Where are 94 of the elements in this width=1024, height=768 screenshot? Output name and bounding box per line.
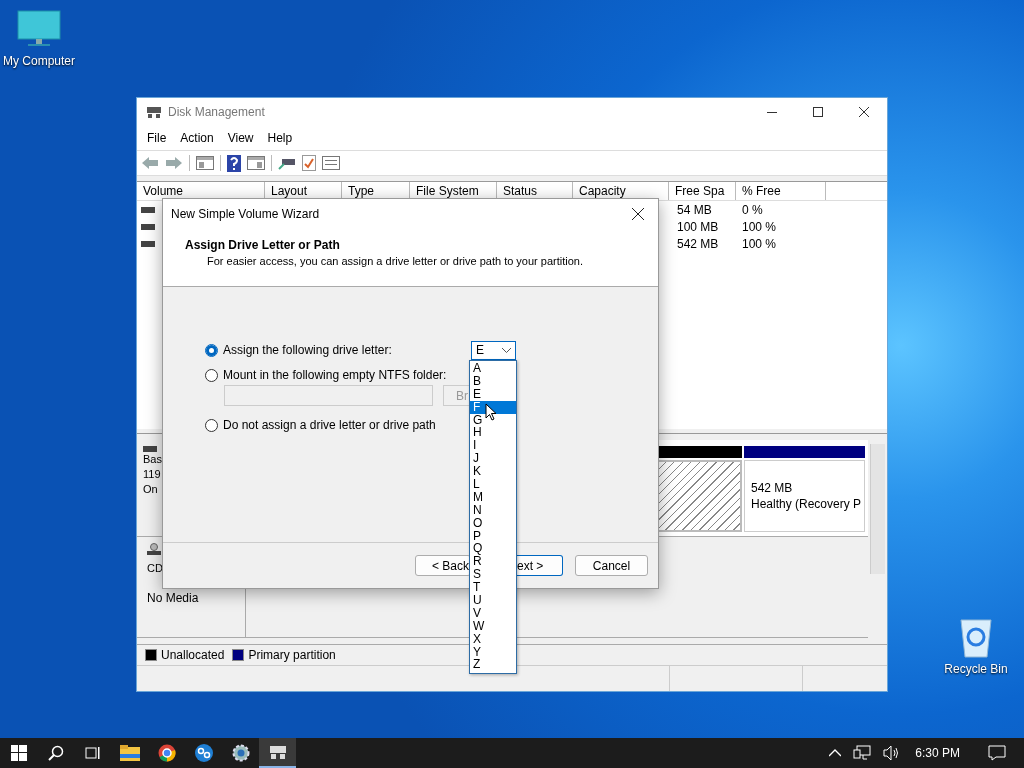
list-item[interactable]: X [470, 632, 516, 646]
cd-drive-icon [147, 543, 161, 555]
list-item[interactable]: P [470, 529, 516, 543]
disk-label: CD [147, 561, 164, 576]
window-title: Disk Management [168, 105, 265, 119]
volume-icon [141, 223, 155, 230]
list-item[interactable]: F [470, 400, 516, 414]
disk-label: Bas [143, 452, 163, 467]
column-header[interactable]: % Free [736, 182, 826, 200]
menu-item[interactable]: File [140, 131, 174, 145]
desktop-icon-label[interactable]: My Computer [3, 54, 75, 68]
clock[interactable]: 6:30 PM [915, 746, 960, 760]
list-item[interactable]: O [470, 516, 516, 530]
windows-logo-icon [10, 745, 27, 761]
back-button[interactable]: < Back [415, 555, 471, 576]
drive-letter-dropdown[interactable]: E [471, 340, 516, 360]
close-icon [632, 208, 644, 220]
column-header[interactable]: Free Spa [669, 182, 736, 200]
list-item[interactable]: Z [470, 658, 516, 672]
list-item[interactable]: I [470, 439, 516, 453]
page-description: For easier access, you can assign a drive letter or drive path to your partition. [207, 255, 584, 267]
list-item[interactable]: H [470, 426, 516, 440]
option-label[interactable]: Mount in the following empty NTFS folder: [223, 368, 447, 382]
drive-icon [268, 744, 287, 760]
table-cell-text: 542 MB [677, 236, 720, 251]
desktop-icon-label[interactable]: Recycle Bin [944, 662, 1008, 676]
disk-status: No Media [147, 591, 200, 606]
search-icon [47, 745, 64, 761]
connect-icon[interactable] [278, 156, 296, 170]
maximize-icon [813, 107, 823, 117]
menu-item[interactable]: Action [173, 131, 221, 145]
list-item[interactable]: V [470, 606, 516, 620]
table-cell-text: 100 MB [677, 219, 720, 234]
cancel-button[interactable]: Cancel [575, 555, 648, 576]
chevron-up-icon[interactable] [829, 749, 842, 757]
radio-button[interactable] [205, 418, 218, 432]
table-cell-text: 100 % [742, 236, 778, 251]
radio-button[interactable] [205, 343, 218, 357]
partition-size: 542 MB [751, 480, 794, 496]
menu-item[interactable]: View [220, 131, 261, 145]
disk-label: On [143, 482, 159, 497]
list-item[interactable]: M [470, 490, 516, 504]
action-pane-icon[interactable] [247, 156, 265, 170]
list-item[interactable]: R [470, 555, 516, 569]
help-icon[interactable] [227, 154, 241, 172]
list-item[interactable]: K [470, 465, 516, 478]
list-item[interactable]: B [470, 374, 516, 388]
page-heading: Assign Drive Letter or Path [185, 238, 341, 252]
task-view-icon [84, 745, 101, 761]
partition-block[interactable]: 542 MB Healthy (Recovery P [744, 460, 865, 532]
disk-label: 119 [143, 467, 162, 482]
checklist-icon[interactable] [302, 155, 316, 171]
radio-button[interactable] [205, 368, 218, 382]
list-item[interactable]: J [470, 452, 516, 466]
list-item[interactable]: A [470, 362, 516, 375]
list-item[interactable]: Y [470, 645, 516, 659]
chevron-icon [502, 347, 511, 353]
app-icon [194, 744, 213, 762]
notifications-icon[interactable] [988, 745, 1006, 761]
legend-label: Unallocated [161, 648, 225, 662]
chrome-icon [157, 744, 176, 762]
folder-icon [119, 745, 140, 761]
option-label[interactable]: Assign the following drive letter: [223, 343, 392, 357]
console-tree-icon[interactable] [196, 156, 214, 170]
menu-item[interactable]: Help [260, 131, 300, 145]
list-item[interactable]: W [470, 619, 516, 633]
dialog-title: New Simple Volume Wizard [171, 207, 320, 221]
volume-icon [141, 206, 155, 213]
list-item[interactable]: N [470, 503, 516, 517]
mouse-pointer-icon [485, 403, 497, 422]
properties-icon[interactable] [322, 156, 340, 170]
folder-path-field[interactable] [224, 385, 433, 406]
close-icon [859, 107, 869, 117]
list-item[interactable]: U [470, 594, 516, 607]
network-icon[interactable] [853, 745, 872, 761]
scrollbar[interactable] [870, 444, 885, 574]
legend-label: Primary partition [248, 648, 336, 662]
drive-icon [146, 105, 162, 119]
list-item[interactable]: E [470, 387, 516, 401]
partition-block[interactable] [656, 460, 742, 532]
list-item[interactable]: L [470, 478, 516, 491]
table-cell-text: 54 MB [677, 202, 713, 217]
table-cell-text: 0 % [742, 202, 764, 217]
gear-icon [231, 744, 250, 762]
table-cell-text: 100 % [742, 219, 778, 234]
list-item[interactable]: T [470, 581, 516, 595]
list-item[interactable]: Q [470, 542, 516, 556]
next-button[interactable]: ext > [517, 555, 563, 576]
list-item[interactable]: G [470, 413, 516, 427]
list-item[interactable]: S [470, 568, 516, 582]
partition-status: Healthy (Recovery P [751, 496, 863, 512]
volume-icon [141, 240, 155, 247]
taskbar-app[interactable] [259, 738, 296, 768]
option-label[interactable]: Do not assign a drive letter or drive path [223, 418, 436, 432]
